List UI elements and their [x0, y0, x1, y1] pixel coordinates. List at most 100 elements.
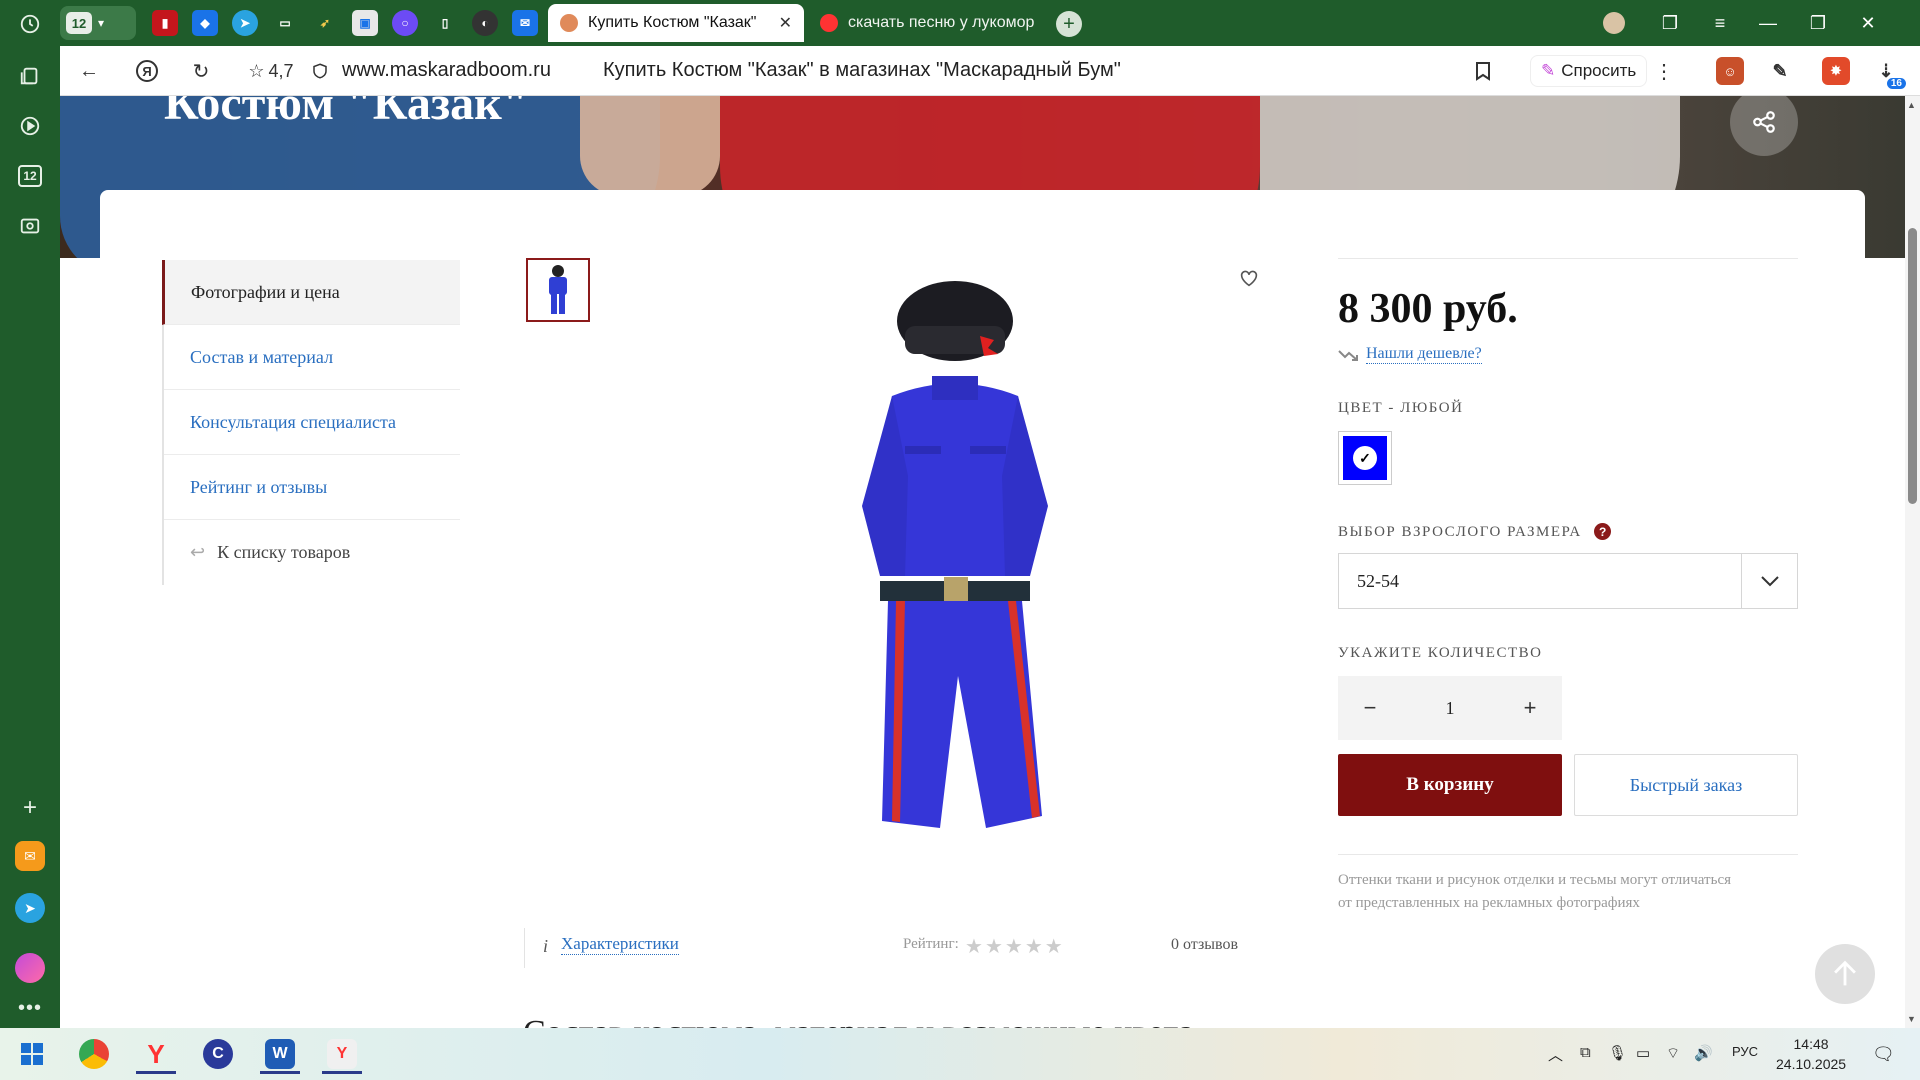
tab-inactive[interactable]: скачать песню у лукомор — [808, 4, 1084, 42]
language-indicator[interactable]: РУС — [1732, 1044, 1758, 1059]
bookmarks-panel-icon[interactable]: ❐ — [1652, 8, 1688, 38]
ask-ai-button[interactable]: ✎ Спросить — [1530, 55, 1648, 87]
menu-item-composition[interactable]: Состав и материал — [164, 325, 460, 390]
pinned-tab-circle-icon[interactable]: ◐ — [472, 10, 498, 36]
menu-item-consultation[interactable]: Консультация специалиста — [164, 390, 460, 455]
reload-icon[interactable]: ↻ — [186, 56, 216, 86]
maximize-button[interactable]: ❐ — [1800, 8, 1836, 38]
menu-icon[interactable]: ≡ — [1702, 8, 1738, 38]
tray-chevron-up-icon[interactable]: ︿ — [1548, 1044, 1563, 1065]
purchase-actions: В корзину Быстрый заказ — [1338, 754, 1798, 816]
ask-label: Спросить — [1561, 61, 1637, 80]
yandex-logo-icon[interactable]: Я — [132, 56, 162, 86]
main-product-image[interactable] — [810, 276, 1100, 836]
wifi-icon[interactable]: ⌔ — [1666, 1044, 1680, 1063]
color-swatch-blue[interactable]: ✓ — [1338, 431, 1392, 485]
window-close-button[interactable]: ✕ — [1850, 8, 1886, 38]
menu-item-label: Консультация специалиста — [190, 411, 397, 432]
chevron-down-icon[interactable] — [1741, 554, 1797, 608]
plus-button[interactable]: + — [1516, 694, 1544, 722]
size-select[interactable]: 52-54 — [1338, 553, 1798, 609]
video-icon[interactable] — [12, 108, 48, 144]
url-host[interactable]: www.maskaradboom.ru — [342, 59, 551, 82]
start-button[interactable] — [4, 1032, 60, 1076]
bookmark-icon[interactable] — [1468, 56, 1498, 86]
color-label: ЦВЕТ - ЛЮБОЙ — [1338, 400, 1464, 416]
extension-notes-icon[interactable]: ✎ — [1766, 57, 1794, 85]
menu-item-photos-price[interactable]: Фотографии и цена — [162, 260, 460, 325]
tray-device-icon[interactable]: ⧉ — [1580, 1044, 1591, 1061]
more-vertical-icon[interactable]: ⋮ — [1652, 56, 1676, 86]
url-page-title[interactable]: Купить Костюм "Казак" в магазинах "Маска… — [603, 59, 1121, 82]
volume-icon[interactable]: 🔊 — [1694, 1044, 1713, 1062]
screenshot-icon[interactable] — [12, 208, 48, 244]
add-to-favorites-button[interactable] — [1237, 266, 1261, 290]
more-icon[interactable]: ••• — [12, 990, 48, 1026]
pinned-tab-shield-icon[interactable]: ◆ — [192, 10, 218, 36]
pinned-tab-mail-icon[interactable]: ✉ — [512, 10, 538, 36]
add-to-cart-button[interactable]: В корзину — [1338, 754, 1562, 816]
yandex-icon: Y — [147, 1038, 165, 1069]
word-app[interactable]: W — [252, 1032, 308, 1076]
security-shield-icon[interactable] — [308, 56, 332, 86]
battery-icon[interactable]: ▭ — [1636, 1044, 1650, 1062]
scroll-to-top-button[interactable] — [1815, 944, 1875, 1004]
scroll-up-arrow-icon[interactable]: ▲ — [1907, 100, 1916, 110]
back-to-list-link[interactable]: ↩ К списку товаров — [164, 520, 460, 585]
tab-group-button[interactable]: 12 ▾ — [60, 6, 136, 40]
scroll-down-arrow-icon[interactable]: ▼ — [1907, 1014, 1916, 1024]
downloads-icon[interactable]: ⇣ 16 — [1872, 57, 1906, 89]
mail-app-icon[interactable]: ✉ — [12, 838, 48, 874]
close-icon[interactable]: ✕ — [779, 13, 792, 33]
page-scrollbar[interactable]: ▲ ▼ — [1905, 96, 1920, 1028]
yandex-favicon-icon — [820, 14, 838, 32]
rating-stars[interactable]: ★ ★ ★ ★ ★ — [965, 934, 1063, 959]
minus-button[interactable]: − — [1356, 694, 1384, 722]
system-clock[interactable]: 14:48 24.10.2025 — [1776, 1034, 1846, 1074]
pinned-tab-navigator-icon[interactable]: ➶ — [312, 10, 338, 36]
pinned-tab-chat-icon[interactable]: ○ — [392, 10, 418, 36]
telegram-icon[interactable]: ➤ — [12, 890, 48, 926]
tab-active[interactable]: Купить Костюм "Казак" ✕ — [548, 4, 804, 42]
c-app[interactable]: C — [190, 1032, 246, 1076]
new-tab-button[interactable]: + — [1056, 11, 1082, 37]
check-icon: ✓ — [1353, 446, 1377, 470]
found-cheaper-link[interactable]: Нашли дешевле? — [1338, 345, 1798, 364]
tab-title: Купить Костюм "Казак" — [588, 14, 757, 31]
yandex-secondary-app[interactable]: Y — [314, 1032, 370, 1076]
windows-logo-icon — [21, 1043, 43, 1065]
quick-order-button[interactable]: Быстрый заказ — [1574, 754, 1798, 816]
menu-item-label: Состав и материал — [190, 346, 334, 367]
add-panel-icon[interactable]: + — [12, 790, 48, 826]
collections-icon[interactable] — [12, 58, 48, 94]
scrollbar-thumb[interactable] — [1908, 228, 1917, 504]
pinned-tab-telegram-icon[interactable]: ➤ — [232, 10, 258, 36]
yandex-browser-app[interactable]: Y — [128, 1032, 184, 1076]
share-button[interactable] — [1730, 96, 1798, 156]
back-arrow-icon[interactable]: ← — [74, 56, 104, 86]
extension-vpn-icon[interactable]: ✸ — [1822, 57, 1850, 85]
pinned-tab-pdf-icon[interactable]: ▮ — [152, 10, 178, 36]
pinned-tab-image-icon[interactable]: ▣ — [352, 10, 378, 36]
quantity-value[interactable]: 1 — [1446, 698, 1455, 719]
costume-favicon-icon — [560, 14, 578, 32]
alice-icon[interactable] — [12, 950, 48, 986]
product-thumbnail[interactable] — [526, 258, 590, 322]
reviews-count[interactable]: 0 отзывов — [1171, 936, 1238, 954]
site-rating[interactable]: ☆ 4,7 — [236, 56, 306, 86]
tabs-count-icon[interactable]: 12 — [12, 158, 48, 194]
extension-avatar-icon[interactable]: ☺ — [1716, 57, 1744, 85]
characteristics-link[interactable]: Характеристики — [561, 934, 679, 955]
costume-thumbnail-image — [549, 265, 567, 314]
history-icon[interactable] — [12, 6, 48, 42]
microphone-icon[interactable]: 🎙 — [1608, 1044, 1627, 1062]
notifications-icon[interactable]: 🗨 — [1872, 1044, 1895, 1065]
profile-avatar[interactable] — [1596, 8, 1632, 38]
pinned-tab-file-icon[interactable]: ▯ — [432, 10, 458, 36]
pinned-tab-document-icon[interactable]: ▭ — [272, 10, 298, 36]
help-question-icon[interactable]: ? — [1594, 523, 1612, 541]
star-icon: ★ — [965, 936, 983, 958]
minimize-button[interactable]: — — [1750, 8, 1786, 38]
menu-item-rating-reviews[interactable]: Рейтинг и отзывы — [164, 455, 460, 520]
chrome-app[interactable] — [66, 1032, 122, 1076]
